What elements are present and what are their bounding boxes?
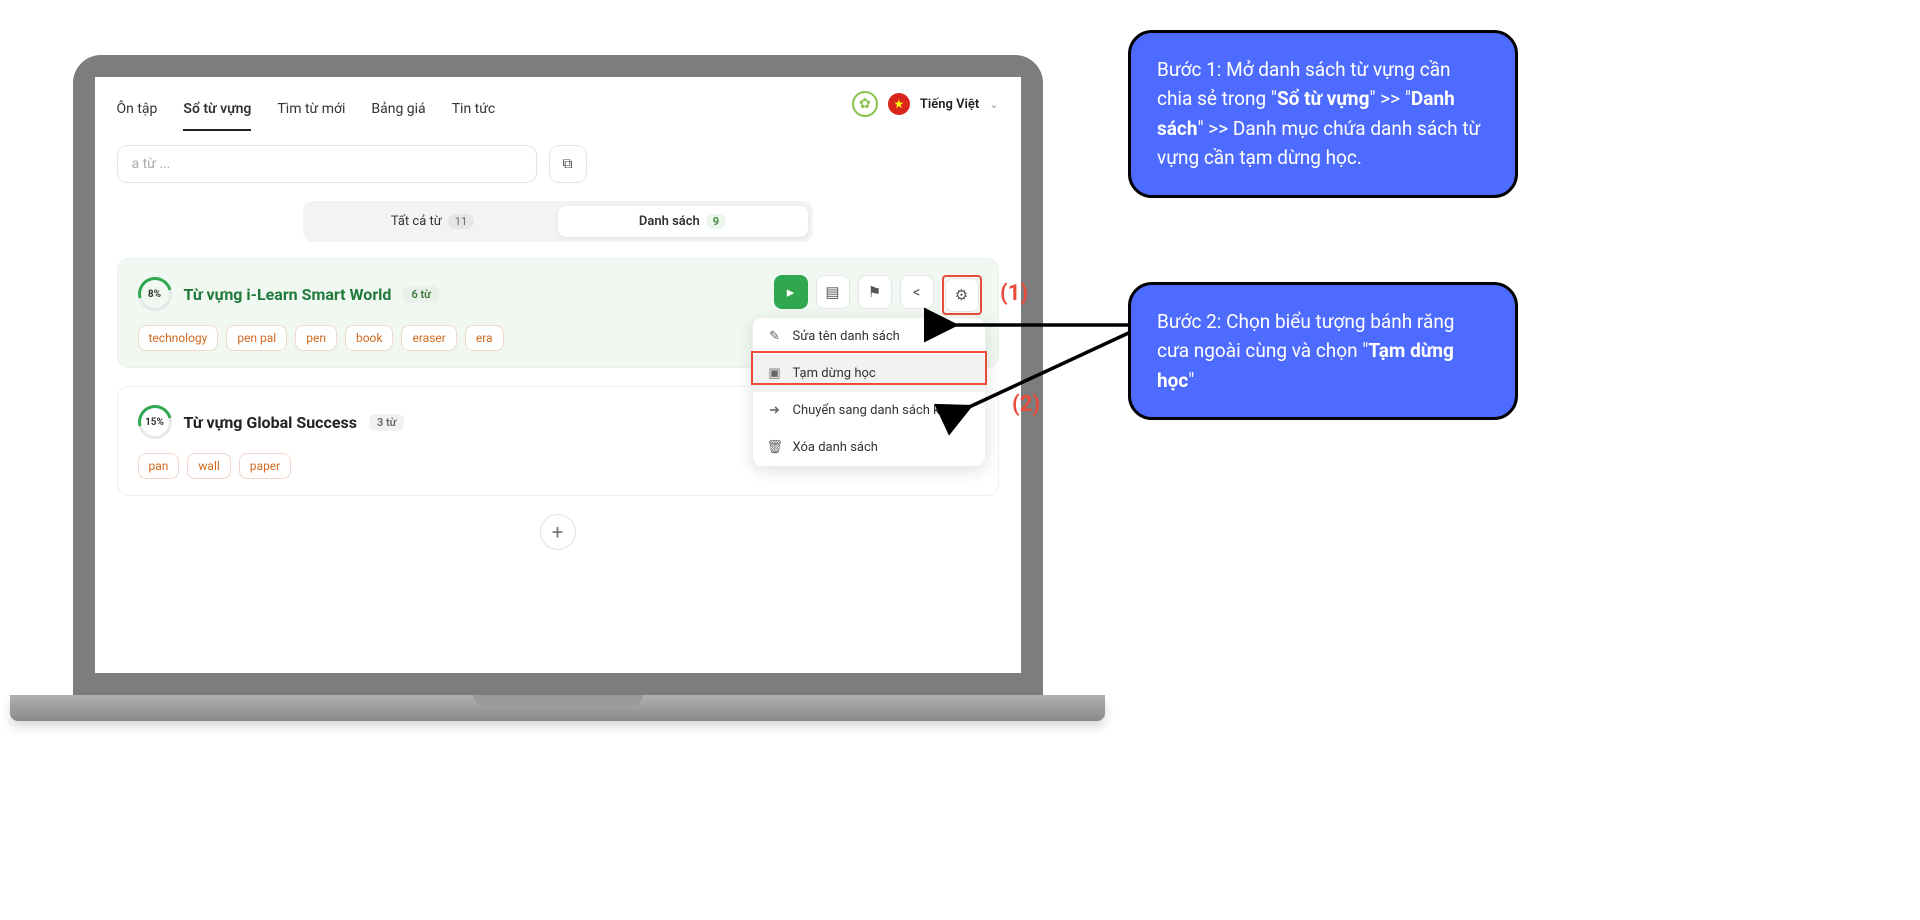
pause-box-icon: ▣ [767, 366, 783, 381]
gear-highlight: ⚙ [942, 275, 982, 315]
list-actions: ▸ ▤ ⚑ < ⚙ [774, 275, 982, 315]
top-nav: Ôn tập Sổ từ vựng Tìm từ mới Bảng giá Ti… [117, 77, 999, 131]
word-tag[interactable]: wall [187, 453, 230, 479]
tab-list-count: 9 [706, 214, 726, 229]
vocab-list-card: 15% Từ vựng Global Success 3 từ pan wall… [117, 386, 999, 496]
share-button[interactable]: < [900, 275, 934, 309]
search-input[interactable]: a từ ... [117, 145, 537, 183]
fire-icon: ⚑ [868, 283, 881, 301]
progress-ring: 8% [138, 277, 172, 311]
nav-news[interactable]: Tin tức [452, 95, 496, 131]
chevron-down-icon: ⌄ [989, 98, 998, 111]
tab-all-count: 11 [448, 214, 474, 229]
laptop-base [10, 695, 1105, 721]
nav-review[interactable]: Ôn tập [117, 95, 158, 131]
word-tag[interactable]: book [345, 325, 394, 351]
instruction-bubble-1: Bước 1: Mở danh sách từ vựng cần chia sẻ… [1128, 30, 1518, 198]
brand-logo-icon: ✿ [852, 91, 878, 117]
view-tabs: Tất cả từ 11 Danh sách 9 [303, 201, 813, 242]
tab-all-words[interactable]: Tất cả từ 11 [308, 206, 558, 237]
screen-bezel: Ôn tập Sổ từ vựng Tìm từ mới Bảng giá Ti… [73, 55, 1043, 695]
word-count-badge: 6 từ [403, 286, 438, 303]
language-selector[interactable]: Tiếng Việt [920, 97, 979, 112]
menu-rename[interactable]: ✎Sửa tên danh sách [753, 318, 985, 355]
word-tag[interactable]: era [465, 325, 504, 351]
step-1-marker: (1) [1000, 281, 1028, 306]
archive-button[interactable]: ▤ [816, 275, 850, 309]
play-button[interactable]: ▸ [774, 275, 808, 309]
nav-search-word[interactable]: Tìm từ mới [277, 95, 345, 131]
word-tag[interactable]: pen [295, 325, 337, 351]
word-tag[interactable]: pan [138, 453, 180, 479]
share-icon: < [913, 283, 921, 301]
instruction-bubble-2: Bước 2: Chọn biểu tượng bánh răng cưa ng… [1128, 282, 1518, 420]
tab-list-label: Danh sách [639, 214, 700, 229]
progress-ring: 15% [138, 405, 172, 439]
nav-pricing[interactable]: Bảng giá [371, 95, 425, 131]
word-tag[interactable]: paper [239, 453, 291, 479]
step-2-marker: (2) [1012, 392, 1040, 417]
tab-lists[interactable]: Danh sách 9 [558, 206, 808, 237]
tab-all-label: Tất cả từ [391, 214, 442, 229]
plus-icon: + [552, 520, 563, 544]
word-tag[interactable]: pen pal [226, 325, 287, 351]
flag-icon: ★ [888, 93, 910, 115]
streak-button[interactable]: ⚑ [858, 275, 892, 309]
pencil-icon: ✎ [767, 329, 783, 344]
external-icon: ⧉ [563, 156, 573, 172]
list-title[interactable]: Từ vựng Global Success [184, 413, 357, 432]
list-title[interactable]: Từ vựng i-Learn Smart World [184, 285, 392, 304]
word-tag[interactable]: eraser [401, 325, 456, 351]
word-tag[interactable]: technology [138, 325, 219, 351]
app-screen: Ôn tập Sổ từ vựng Tìm từ mới Bảng giá Ti… [95, 77, 1021, 673]
laptop-frame: Ôn tập Sổ từ vựng Tìm từ mới Bảng giá Ti… [10, 55, 1105, 735]
word-count-badge: 3 từ [369, 414, 404, 431]
add-list-button[interactable]: + [540, 514, 576, 550]
settings-button[interactable]: ⚙ [945, 278, 979, 312]
nav-vocab-book[interactable]: Sổ từ vựng [183, 95, 251, 131]
popup-icon-button[interactable]: ⧉ [549, 145, 587, 183]
gear-icon: ⚙ [955, 286, 968, 304]
archive-icon: ▤ [825, 283, 839, 301]
vocab-list-card: 8% Từ vựng i-Learn Smart World 6 từ ▸ ▤ … [117, 258, 999, 368]
play-icon: ▸ [787, 283, 795, 301]
